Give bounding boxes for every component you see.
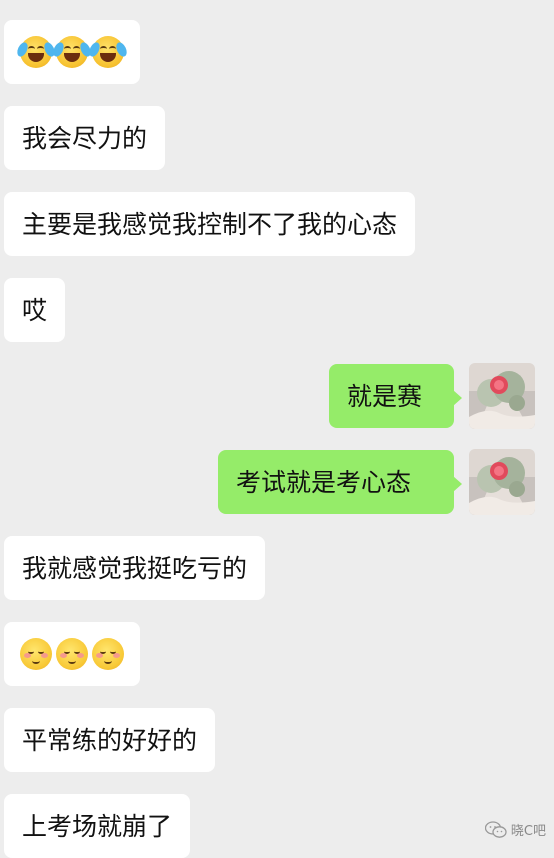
- message-bubble-outgoing[interactable]: 就是赛: [329, 364, 462, 428]
- message-text: 平常练的好好的: [22, 725, 198, 755]
- message-bubble-incoming[interactable]: [4, 622, 140, 686]
- message-text: 我会尽力的: [22, 123, 148, 153]
- message-bubble-incoming[interactable]: 我会尽力的: [4, 106, 166, 170]
- watermark-text: 晓C吧: [510, 824, 546, 839]
- tears-of-joy-emoji-icon: [87, 36, 129, 68]
- watermark: 晓C吧: [484, 820, 546, 839]
- emoji-row: [15, 36, 129, 68]
- message-bubble-incoming[interactable]: 上考场就崩了: [4, 794, 191, 858]
- user-avatar[interactable]: [469, 363, 535, 429]
- message-text: 就是赛: [347, 381, 423, 411]
- blushing-emoji-icon: [20, 638, 52, 670]
- message-text: 上考场就崩了: [22, 811, 173, 841]
- tears-of-joy-emoji-icon: [15, 36, 57, 68]
- message-bubble-incoming[interactable]: 我就感觉我挺吃亏的: [4, 536, 266, 600]
- message-bubble-incoming[interactable]: [4, 20, 140, 84]
- message-text: 我就感觉我挺吃亏的: [22, 553, 248, 583]
- message-bubble-outgoing[interactable]: 考试就是考心态: [218, 450, 462, 514]
- message-bubble-incoming[interactable]: 主要是我感觉我控制不了我的心态: [4, 192, 416, 256]
- blushing-emoji-icon: [92, 638, 124, 670]
- tears-of-joy-emoji-icon: [51, 36, 93, 68]
- emoji-row: [20, 638, 124, 670]
- blushing-emoji-icon: [56, 638, 88, 670]
- message-bubble-incoming[interactable]: 平常练的好好的: [4, 708, 216, 772]
- wechat-icon: [484, 820, 507, 838]
- user-avatar[interactable]: [469, 449, 535, 515]
- message-text: 哎: [22, 295, 48, 325]
- flower-bouquet-icon: [469, 449, 535, 515]
- message-text: 主要是我感觉我控制不了我的心态: [22, 209, 398, 239]
- message-bubble-incoming[interactable]: 哎: [4, 278, 66, 342]
- message-text: 考试就是考心态: [236, 467, 412, 497]
- flower-bouquet-icon: [469, 363, 535, 429]
